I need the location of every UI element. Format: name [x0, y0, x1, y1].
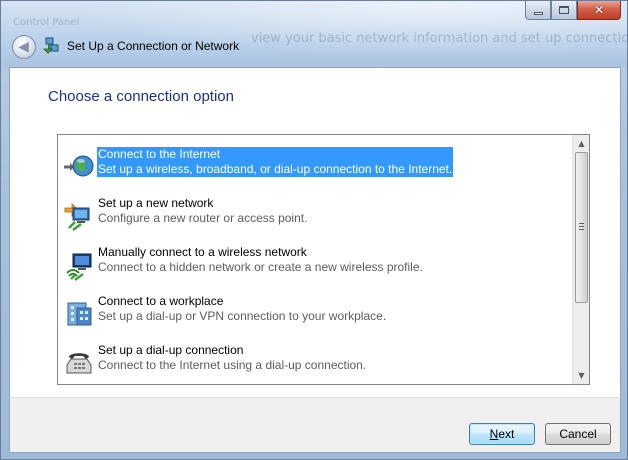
window-title: Set Up a Connection or Network — [67, 39, 240, 53]
background-window-text-left: Control Panel — [13, 17, 80, 28]
minimize-icon — [533, 11, 543, 15]
scrollbar-thumb[interactable] — [575, 152, 588, 303]
option-dial-up[interactable]: Set up a dial-up connection Connect to t… — [58, 339, 572, 384]
option-manual-wireless[interactable]: Manually connect to a wireless network C… — [58, 241, 572, 287]
option-connect-internet[interactable]: Connect to the Internet Set up a wireles… — [58, 143, 572, 189]
next-label-accelerator: N — [489, 427, 499, 441]
option-workplace[interactable]: Connect to a workplace Set up a dial-up … — [58, 290, 572, 336]
option-title: Set up a dial-up connection — [98, 343, 244, 357]
scroll-up-arrow-icon[interactable]: ▲ — [573, 135, 589, 152]
option-new-network[interactable]: Set up a new network Configure a new rou… — [58, 192, 572, 238]
option-label: Set up a dial-up connection Connect to t… — [98, 343, 366, 373]
close-icon: ✕ — [593, 3, 605, 17]
vertical-scrollbar[interactable]: ▲ ▼ — [572, 135, 589, 384]
close-button[interactable]: ✕ — [577, 1, 621, 20]
button-bar: Next Cancel — [9, 397, 621, 453]
page-heading: Choose a connection option — [48, 88, 234, 105]
scroll-down-arrow-icon[interactable]: ▼ — [573, 367, 589, 384]
option-description: Connect to a hidden network or create a … — [98, 260, 423, 274]
option-description: Set up a dial-up or VPN connection to yo… — [98, 309, 387, 323]
back-button[interactable]: ◀ — [12, 35, 36, 59]
maximize-button[interactable] — [551, 1, 577, 20]
back-arrow-icon: ◀ — [18, 39, 29, 55]
scrollbar-grip — [579, 223, 584, 232]
option-label: Manually connect to a wireless network C… — [98, 245, 423, 275]
background-window-text: view your basic network information and … — [251, 31, 628, 46]
option-title: Connect to a workplace — [98, 294, 224, 308]
telephone-modem-icon — [66, 353, 92, 374]
option-description: Connect to the Internet using a dial-up … — [98, 358, 367, 372]
network-setup-icon — [43, 37, 59, 54]
next-button[interactable]: Next — [469, 423, 535, 445]
option-description: Set up a wireless, broadband, or dial-up… — [98, 162, 453, 176]
option-description: Configure a new router or access point. — [98, 211, 308, 225]
option-label: Set up a new network Configure a new rou… — [98, 196, 307, 226]
option-title: Manually connect to a wireless network — [98, 245, 307, 259]
content-area: Choose a connection option Connect to th… — [9, 67, 621, 397]
dialog-window: Control Panel view your basic network in… — [0, 0, 628, 460]
new-network-icon — [64, 203, 90, 231]
option-title: Set up a new network — [98, 196, 214, 210]
maximize-icon — [559, 6, 569, 14]
minimize-button[interactable] — [525, 1, 551, 20]
option-title: Connect to the Internet — [98, 147, 221, 161]
wireless-computer-icon — [66, 253, 92, 281]
connection-options-list[interactable]: Connect to the Internet Set up a wireles… — [57, 134, 590, 385]
option-label: Connect to a workplace Set up a dial-up … — [98, 294, 386, 324]
cancel-button[interactable]: Cancel — [545, 423, 611, 445]
next-label: ext — [498, 427, 515, 441]
option-label: Connect to the Internet Set up a wireles… — [97, 147, 454, 177]
workplace-building-icon — [67, 302, 92, 326]
globe-network-icon — [64, 155, 94, 177]
caption-buttons: ✕ — [525, 1, 621, 20]
